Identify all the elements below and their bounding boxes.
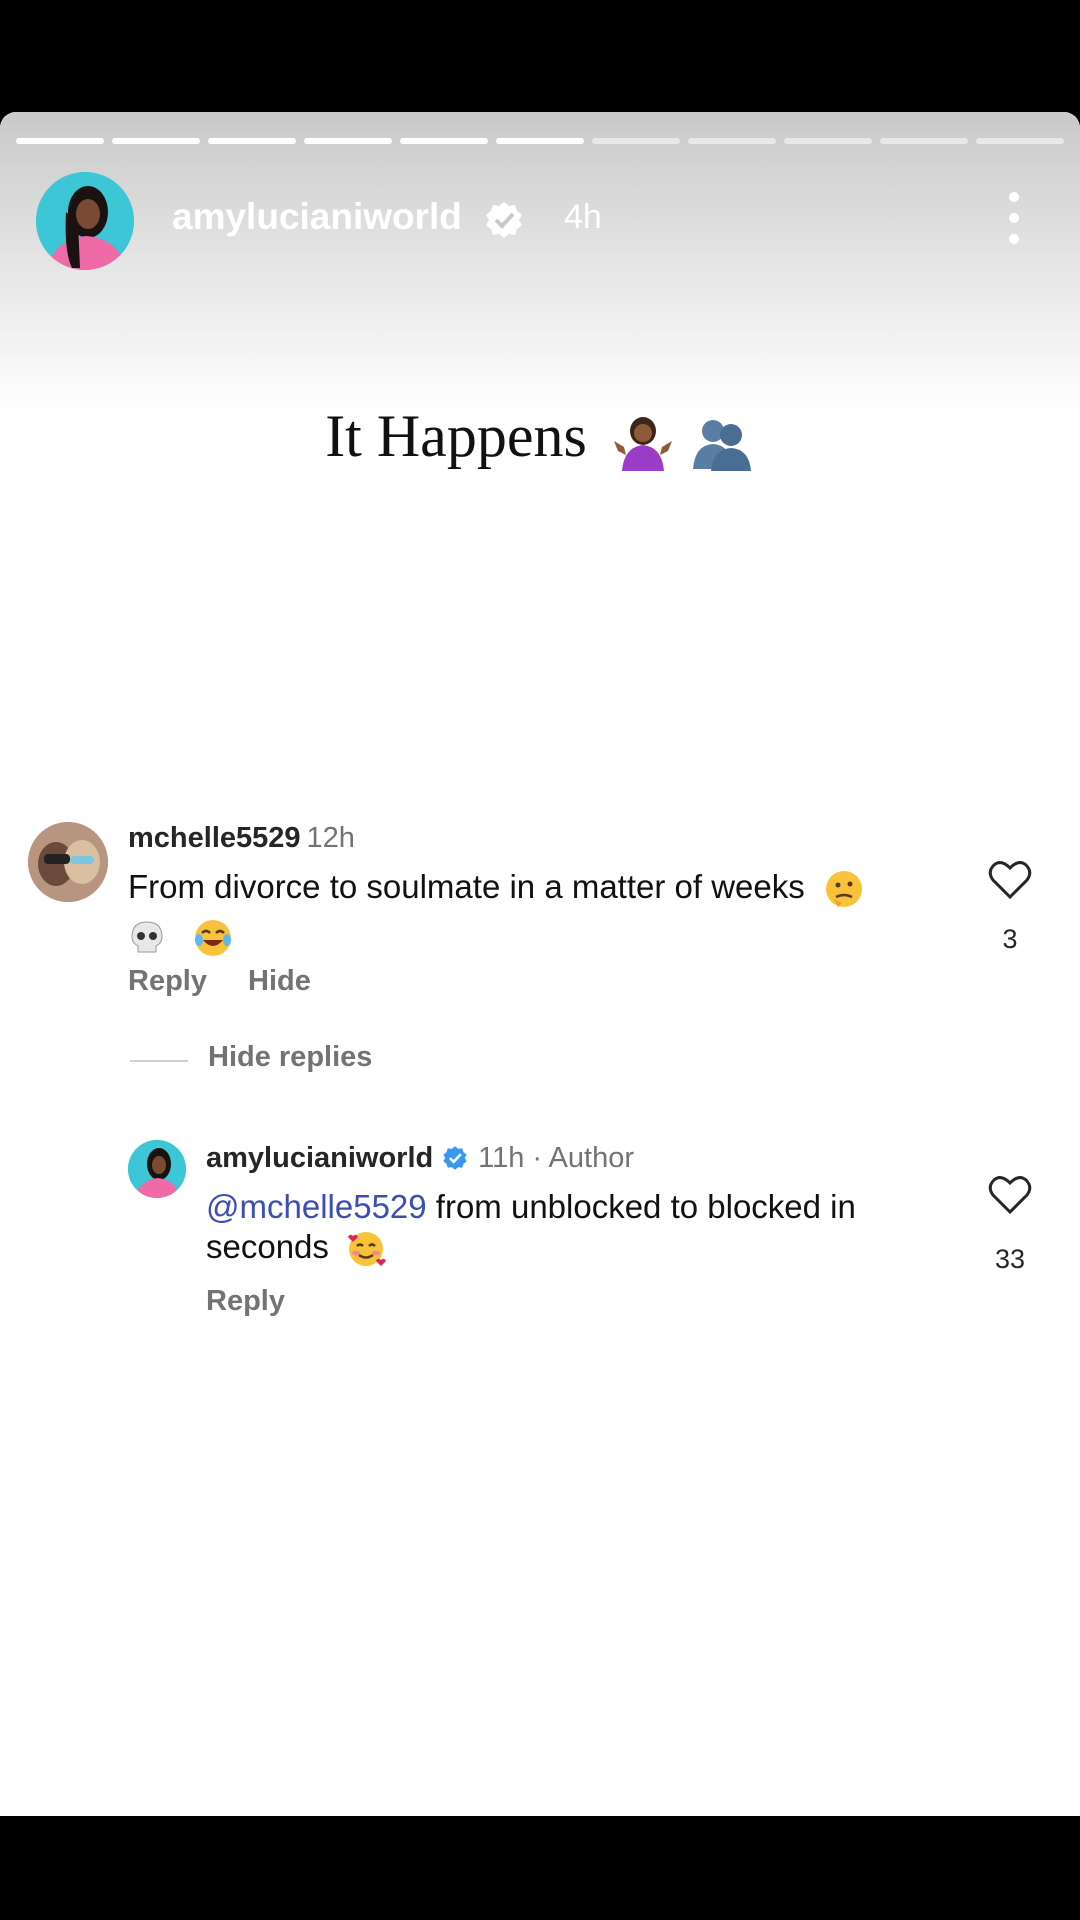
reply-comment: amylucianiworld 11h · Author @mchelle552… — [206, 1142, 926, 1269]
story-progress-bar — [16, 138, 1064, 144]
reply-username[interactable]: amylucianiworld — [206, 1142, 433, 1174]
progress-segment — [976, 138, 1064, 144]
more-options-icon[interactable] — [1004, 192, 1024, 252]
progress-segment — [784, 138, 872, 144]
progress-segment — [112, 138, 200, 144]
skull-emoji-icon — [131, 921, 163, 953]
progress-segment — [16, 138, 104, 144]
verified-badge-icon — [442, 1146, 467, 1170]
comment-time: 12h — [306, 822, 355, 854]
busts-emoji-icon — [692, 420, 751, 472]
profile-avatar[interactable] — [36, 172, 134, 270]
comment-username[interactable]: mchelle5529 — [128, 822, 301, 854]
story-username[interactable]: amylucianiworld — [172, 196, 462, 238]
heart-icon[interactable] — [988, 860, 1032, 900]
progress-segment — [496, 138, 584, 144]
progress-segment — [400, 138, 488, 144]
commenter-avatar[interactable] — [28, 822, 108, 902]
bottom-black-bar — [0, 1816, 1080, 1920]
reply-text-line: from unblocked to blocked in — [426, 1188, 856, 1225]
thinking-emoji-icon — [825, 871, 862, 908]
progress-segment — [304, 138, 392, 144]
mention-link[interactable]: @mchelle5529 — [206, 1188, 427, 1225]
shrug-emoji-icon — [613, 417, 672, 472]
comment: mchelle5529 12h From divorce to soulmate … — [128, 822, 888, 958]
story-header: amylucianiworld 4h — [36, 172, 1044, 272]
heart-icon[interactable] — [988, 1175, 1032, 1215]
progress-segment — [208, 138, 296, 144]
reply-text-line: seconds — [206, 1228, 329, 1265]
comment-text-line: From divorce to soulmate in a matter of … — [128, 868, 805, 905]
reply-button[interactable]: Reply — [206, 1285, 285, 1318]
comment-like-count: 3 — [1002, 924, 1018, 954]
story-frame: amylucianiworld 4h It Happens mchelle552… — [0, 112, 1080, 1816]
reply-text: @mchelle5529 from unblocked to blocked i… — [206, 1187, 926, 1269]
replies-divider — [130, 1060, 188, 1062]
hide-replies-button[interactable]: Hide replies — [208, 1041, 372, 1074]
laughing-emoji-icon — [195, 919, 232, 956]
reply-avatar[interactable] — [128, 1140, 186, 1198]
progress-segment — [688, 138, 776, 144]
reply-meta: 11h · Author — [478, 1142, 634, 1174]
progress-segment — [880, 138, 968, 144]
verified-badge-icon — [486, 202, 522, 238]
reply-like-count: 33 — [994, 1244, 1026, 1274]
smiling-hearts-emoji-icon — [348, 1232, 387, 1267]
hide-button[interactable]: Hide — [248, 965, 311, 998]
progress-segment — [592, 138, 680, 144]
reply-button[interactable]: Reply — [128, 965, 207, 998]
comment-text: From divorce to soulmate in a matter of … — [128, 867, 888, 958]
story-time: 4h — [564, 198, 602, 236]
caption-text: It Happens — [325, 403, 587, 469]
story-caption: It Happens — [0, 402, 1080, 473]
